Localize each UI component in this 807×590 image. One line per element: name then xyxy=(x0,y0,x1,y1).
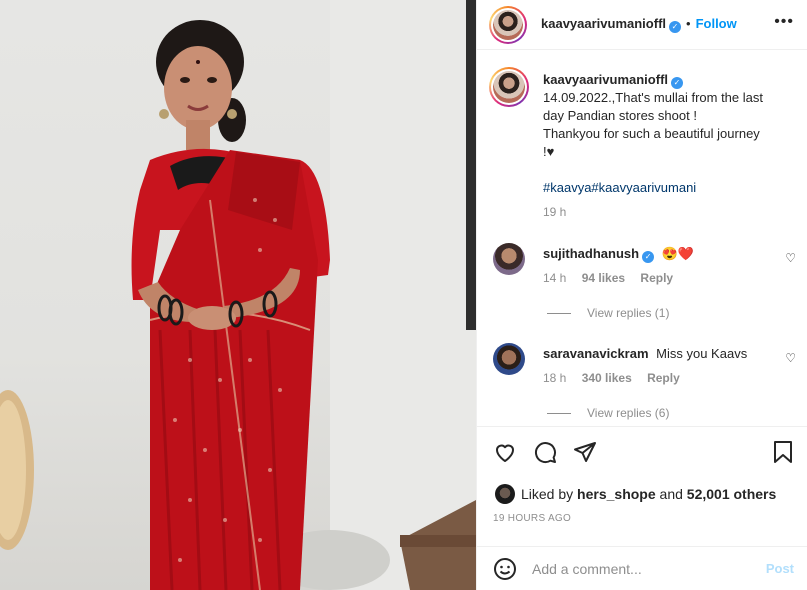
commenter-avatar[interactable] xyxy=(493,243,525,275)
verified-icon: ✓ xyxy=(669,21,682,33)
verified-icon: ✓ xyxy=(671,77,684,89)
comment-likes[interactable]: 340 likes xyxy=(582,371,632,385)
comment-icon[interactable] xyxy=(533,440,557,464)
emoji-icon[interactable] xyxy=(493,557,517,581)
post-panel: kaavyaarivumanioffl ✓ • Follow ••• kaavyaar… xyxy=(476,0,807,590)
caption-username[interactable]: kaavyaarivumanioffl xyxy=(543,72,668,87)
commenter-avatar[interactable] xyxy=(493,343,525,375)
author-username[interactable]: kaavyaarivumanioffl xyxy=(541,16,666,31)
comment-time: 14 h xyxy=(543,271,567,285)
comment-username[interactable]: saravanavickram xyxy=(543,346,649,361)
caption-line: Thankyou for such a beautiful journey xyxy=(543,126,760,141)
comment-input[interactable]: Add a comment... xyxy=(532,561,642,577)
share-icon[interactable] xyxy=(573,440,597,464)
post-header: kaavyaarivumanioffl ✓ • Follow ••• xyxy=(477,0,807,50)
caption-line: !♥ xyxy=(543,144,555,159)
heart-icon[interactable]: ♡ xyxy=(785,351,796,365)
add-comment-bar: Add a comment... Post xyxy=(477,546,807,590)
post-photo[interactable] xyxy=(0,0,476,590)
author-avatar[interactable] xyxy=(489,6,527,44)
verified-icon: ✓ xyxy=(642,251,655,263)
comment-username[interactable]: sujithadhanush xyxy=(543,246,639,261)
likes-count[interactable]: 52,001 others xyxy=(687,486,777,502)
view-replies[interactable]: View replies (1) xyxy=(547,306,669,320)
likes-summary: Liked by hers_shope and 52,001 others xyxy=(495,484,776,504)
reply-button[interactable]: Reply xyxy=(647,371,680,385)
separator-dot: • xyxy=(686,16,691,31)
caption-avatar[interactable] xyxy=(489,67,529,107)
caption-hashtags[interactable]: #kaavya#kaavyaarivumani xyxy=(543,179,793,197)
comment-text: Miss you Kaavs xyxy=(656,346,748,361)
heart-icon[interactable]: ♡ xyxy=(785,251,796,265)
post-timestamp[interactable]: 19 HOURS AGO xyxy=(493,513,571,524)
likes-connector: and xyxy=(659,486,683,502)
heart-icon[interactable] xyxy=(493,440,517,464)
reply-button[interactable]: Reply xyxy=(640,271,673,285)
post-comment-button[interactable]: Post xyxy=(766,561,794,576)
caption-line: day Pandian stores shoot ! xyxy=(543,108,697,123)
caption-time: 19 h xyxy=(543,205,567,219)
more-icon[interactable]: ••• xyxy=(774,13,794,31)
post-image xyxy=(0,0,476,590)
comment-text: 😍❤️ xyxy=(661,246,695,261)
comment-likes[interactable]: 94 likes xyxy=(582,271,625,285)
caption: kaavyaarivumanioffl ✓ 14.09.2022.,That's … xyxy=(543,71,793,221)
post-actions: Liked by hers_shope and 52,001 others 19… xyxy=(477,426,807,546)
comments-section[interactable]: kaavyaarivumanioffl ✓ 14.09.2022.,That's … xyxy=(477,51,807,425)
likes-prefix: Liked by xyxy=(521,486,574,502)
liker-username[interactable]: hers_shope xyxy=(577,486,656,502)
bookmark-icon[interactable] xyxy=(772,440,794,464)
view-replies[interactable]: View replies (6) xyxy=(547,406,669,420)
caption-line: 14.09.2022.,That's mullai from the last xyxy=(543,90,763,105)
liker-avatar[interactable] xyxy=(495,484,515,504)
comment-time: 18 h xyxy=(543,371,567,385)
follow-button[interactable]: Follow xyxy=(696,16,737,31)
